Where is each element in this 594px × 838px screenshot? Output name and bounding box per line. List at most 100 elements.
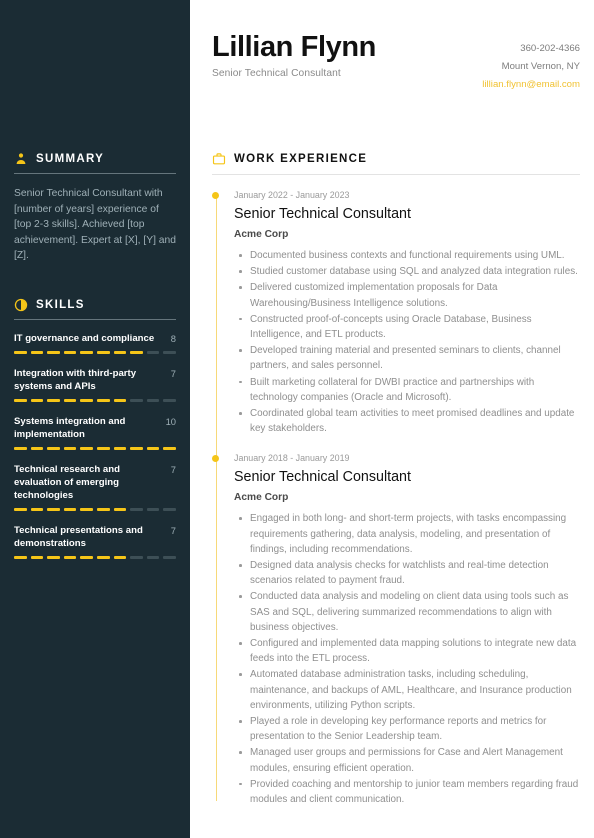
skill-score: 8 bbox=[170, 332, 176, 344]
skill-rating-dash bbox=[146, 398, 160, 402]
skill-item: Systems integration and implementation 10 bbox=[14, 415, 176, 450]
timeline-dot-icon bbox=[212, 455, 219, 463]
skill-row: Technical presentations and demonstratio… bbox=[14, 524, 176, 550]
experience-bullet: Coordinated global team activities to me… bbox=[239, 406, 580, 436]
skill-rating-dash bbox=[14, 446, 27, 450]
contact-email[interactable]: lillian.flynn@email.com bbox=[482, 76, 580, 94]
contact-block: 360-202-4366 Mount Vernon, NY lillian.fl… bbox=[482, 30, 580, 94]
experience-dates: January 2018 - January 2019 bbox=[234, 453, 350, 464]
skill-rating-dash bbox=[130, 350, 143, 354]
skill-item: Technical research and evaluation of eme… bbox=[14, 463, 176, 511]
experience-timeline: January 2022 - January 2023 Senior Techni… bbox=[212, 189, 580, 807]
person-icon bbox=[14, 152, 28, 166]
resume-page: SUMMARY Senior Technical Consultant with… bbox=[0, 0, 594, 838]
skill-rating-dash bbox=[30, 350, 44, 354]
header-role: Senior Technical Consultant bbox=[212, 68, 341, 79]
sidebar-section-summary: SUMMARY Senior Technical Consultant with… bbox=[14, 152, 176, 264]
sidebar: SUMMARY Senior Technical Consultant with… bbox=[0, 0, 190, 838]
skill-rating-dash bbox=[63, 507, 77, 511]
skill-rating-dash bbox=[47, 507, 60, 511]
identity-block: Lillian Flynn Senior Technical Consultan… bbox=[212, 30, 376, 79]
skill-row: Integration with third-party systems and… bbox=[14, 367, 176, 393]
skill-row: Technical research and evaluation of eme… bbox=[14, 463, 176, 502]
skill-rating-dash bbox=[96, 398, 110, 402]
contact-location: Mount Vernon, NY bbox=[501, 61, 580, 72]
experience-company: Acme Corp bbox=[234, 492, 289, 504]
skill-rating-dash bbox=[80, 555, 93, 559]
skill-rating-dash bbox=[163, 555, 176, 559]
skill-rating-dash bbox=[163, 350, 176, 354]
skill-rating-bar bbox=[14, 555, 176, 559]
skill-item: Technical presentations and demonstratio… bbox=[14, 524, 176, 559]
skill-rating-dash bbox=[63, 398, 77, 402]
skill-name: Technical research and evaluation of eme… bbox=[14, 463, 120, 501]
experience-bullet: Automated database administration tasks,… bbox=[239, 667, 580, 713]
resume-header: Lillian Flynn Senior Technical Consultan… bbox=[212, 0, 580, 94]
skill-rating-dash bbox=[80, 507, 93, 511]
experience-bullet: Conducted data analysis and modeling on … bbox=[239, 589, 580, 635]
briefcase-icon bbox=[212, 152, 226, 166]
skill-rating-dash bbox=[96, 446, 110, 450]
experience-bullet: Provided coaching and mentorship to juni… bbox=[239, 777, 580, 807]
skills-list: IT governance and compliance 8 Integration… bbox=[14, 332, 176, 559]
skill-rating-dash bbox=[113, 446, 127, 450]
skill-rating-dash bbox=[14, 555, 27, 559]
skill-rating-dash bbox=[80, 398, 93, 402]
page-title: Lillian Flynn bbox=[212, 31, 376, 63]
skill-rating-dash bbox=[80, 350, 93, 354]
skill-name: Technical presentations and demonstratio… bbox=[14, 524, 143, 549]
experience-bullet: Engaged in both long- and short-term pro… bbox=[239, 511, 580, 557]
skill-rating-dash bbox=[146, 507, 160, 511]
skill-rating-dash bbox=[47, 398, 60, 402]
timeline-dot-icon bbox=[212, 192, 219, 199]
experience-company: Acme Corp bbox=[234, 229, 289, 240]
skill-score: 10 bbox=[165, 415, 176, 427]
experience-bullet-list: Documented business contexts and functio… bbox=[234, 248, 580, 436]
experience-entry: January 2018 - January 2019 Senior Techni… bbox=[212, 452, 580, 807]
work-experience-title: WORK EXPERIENCE bbox=[234, 153, 368, 165]
skill-row: IT governance and compliance 8 bbox=[14, 332, 176, 345]
experience-bullet: Managed user groups and permissions for … bbox=[239, 745, 580, 775]
skill-rating-dash bbox=[63, 555, 77, 559]
work-experience-divider bbox=[212, 174, 580, 175]
skill-rating-dash bbox=[130, 446, 143, 450]
skill-rating-dash bbox=[47, 446, 60, 450]
pie-chart-icon bbox=[14, 298, 28, 312]
skill-rating-dash bbox=[30, 446, 44, 450]
experience-bullet: Delivered customized implementation prop… bbox=[239, 280, 580, 310]
skill-rating-dash bbox=[163, 446, 176, 450]
sidebar-section-skills: SKILLS IT governance and compliance 8 Inte… bbox=[14, 298, 176, 559]
skill-score: 7 bbox=[170, 463, 176, 475]
experience-bullet: Developed training material and presente… bbox=[239, 343, 580, 373]
experience-job-title: Senior Technical Consultant bbox=[234, 469, 411, 486]
main-content: Lillian Flynn Senior Technical Consultan… bbox=[190, 0, 594, 838]
summary-text: Senior Technical Consultant with [number… bbox=[14, 188, 176, 262]
skill-item: IT governance and compliance 8 bbox=[14, 332, 176, 354]
experience-bullet: Built marketing collateral for DWBI prac… bbox=[239, 375, 580, 405]
experience-bullet: Documented business contexts and functio… bbox=[239, 248, 580, 263]
skill-rating-dash bbox=[113, 350, 127, 354]
skill-rating-dash bbox=[130, 507, 143, 511]
contact-phone: 360-202-4366 bbox=[520, 43, 580, 54]
skill-name: IT governance and compliance bbox=[14, 332, 155, 344]
skill-score: 7 bbox=[170, 367, 176, 379]
skill-rating-dash bbox=[146, 555, 160, 559]
skill-rating-dash bbox=[163, 398, 176, 402]
skill-rating-dash bbox=[130, 555, 143, 559]
skill-rating-dash bbox=[63, 350, 77, 354]
skill-rating-dash bbox=[163, 507, 176, 511]
skill-rating-dash bbox=[146, 446, 160, 450]
experience-job-title: Senior Technical Consultant bbox=[234, 206, 411, 222]
skill-rating-dash bbox=[63, 446, 77, 450]
work-experience-header: WORK EXPERIENCE bbox=[212, 152, 580, 166]
skill-rating-dash bbox=[130, 398, 143, 402]
sidebar-top-spacer bbox=[14, 0, 176, 152]
skill-rating-dash bbox=[113, 398, 127, 402]
experience-bullet: Studied customer database using SQL and … bbox=[239, 264, 580, 279]
skill-rating-bar bbox=[14, 507, 176, 511]
skills-title: SKILLS bbox=[36, 298, 85, 311]
experience-bullet: Designed data analysis checks for watchl… bbox=[239, 558, 580, 588]
skill-rating-dash bbox=[30, 507, 44, 511]
experience-bullet: Configured and implemented data mapping … bbox=[239, 636, 580, 666]
skill-rating-dash bbox=[14, 507, 27, 511]
